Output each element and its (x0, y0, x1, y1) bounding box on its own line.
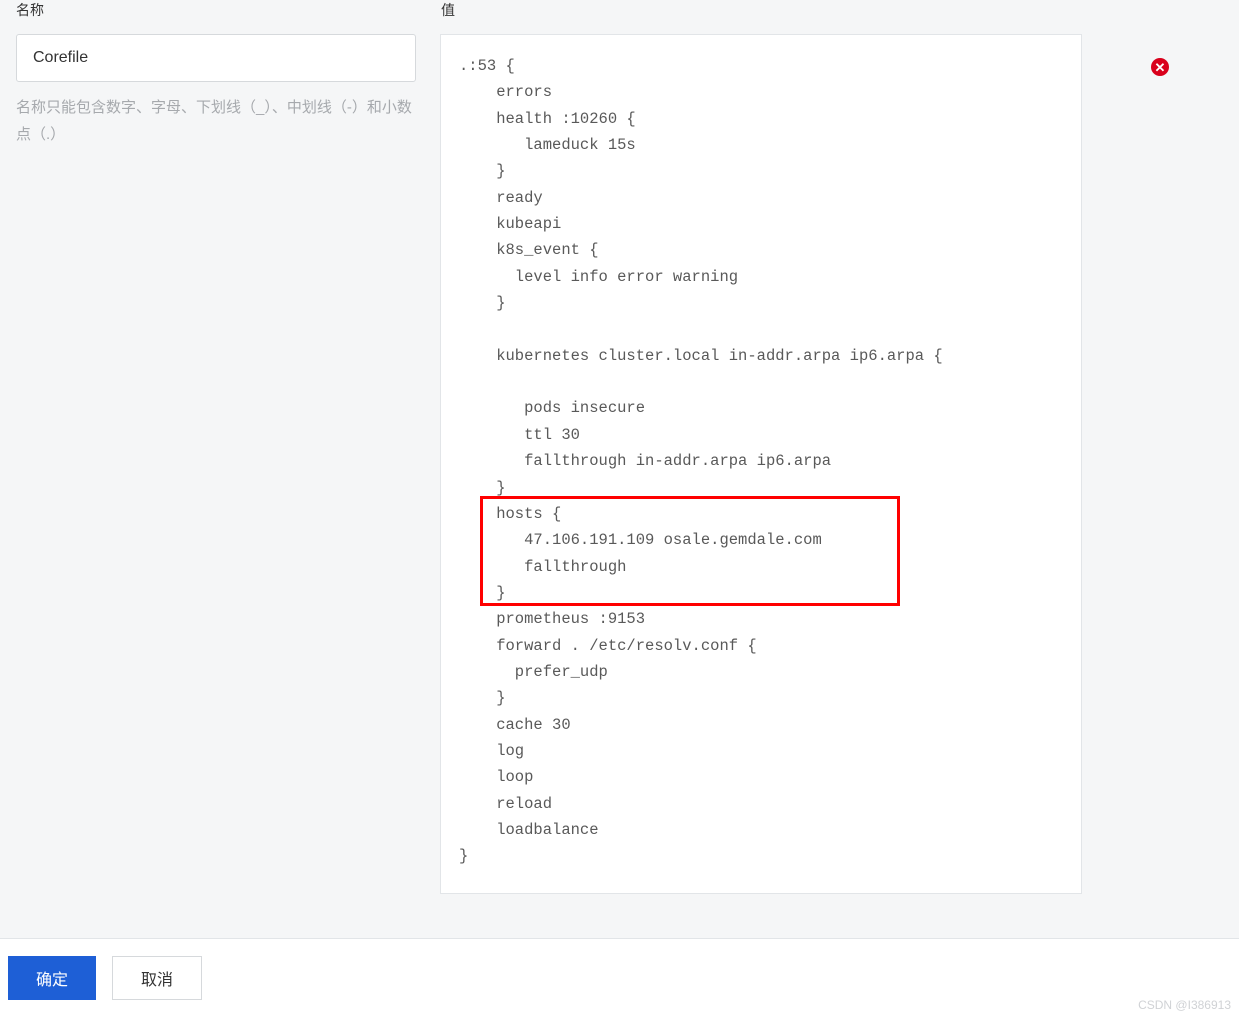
watermark: CSDN @I386913 (1138, 998, 1231, 1012)
cancel-button[interactable]: 取消 (112, 956, 202, 1000)
close-glyph: ✕ (1155, 61, 1166, 74)
value-editor[interactable]: .:53 { errors health :10260 { lameduck 1… (440, 34, 1082, 894)
column-header-value: 值 (441, 0, 1223, 10)
footer: 确定 取消 (0, 938, 1239, 1016)
delete-icon[interactable]: ✕ (1151, 58, 1169, 76)
name-hint: 名称只能包含数字、字母、下划线（_）、中划线（-）和小数点（.） (16, 94, 416, 148)
name-input[interactable] (16, 34, 416, 82)
ok-button[interactable]: 确定 (8, 956, 96, 1000)
column-header-name: 名称 (16, 0, 441, 10)
code-content: .:53 { errors health :10260 { lameduck 1… (459, 53, 1063, 870)
